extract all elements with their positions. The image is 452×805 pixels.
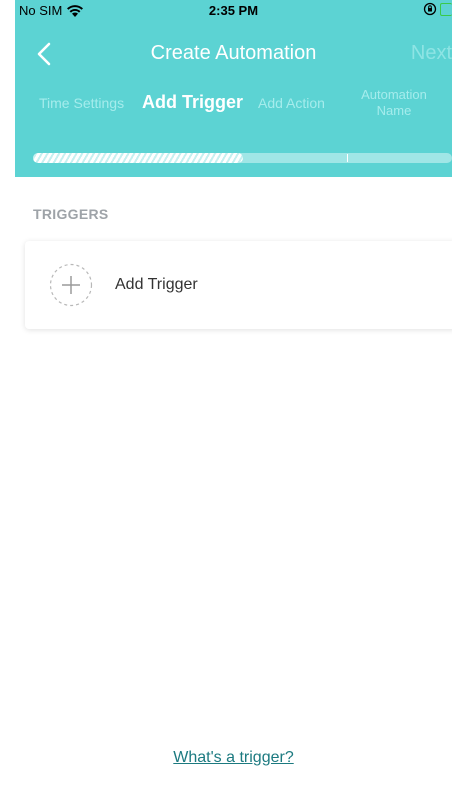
step-time-settings[interactable]: Time Settings — [39, 95, 124, 111]
section-title-triggers: TRIGGERS — [33, 206, 109, 222]
battery-icon — [440, 2, 452, 16]
step-progress-bar — [33, 153, 452, 163]
status-time: 2:35 PM — [208, 3, 259, 18]
step-tabs: Time Settings Add Trigger Add Action Aut… — [15, 86, 452, 126]
next-button[interactable]: Next — [411, 42, 452, 65]
status-bar: No SIM 2:35 PM — [15, 0, 452, 20]
app-screen: No SIM 2:35 PM Create Automation Next Ti… — [15, 0, 452, 805]
add-trigger-label: Add Trigger — [115, 276, 198, 293]
page-title: Create Automation — [150, 42, 317, 64]
main-content: TRIGGERS Add Trigger What's a trigger? — [15, 177, 452, 805]
status-right — [423, 2, 452, 16]
rotation-lock-icon — [423, 2, 437, 16]
add-plus-icon — [49, 263, 93, 307]
step-automation-name[interactable]: Automation Name — [349, 87, 439, 119]
add-trigger-card[interactable]: Add Trigger — [25, 241, 452, 329]
whats-a-trigger-link[interactable]: What's a trigger? — [15, 749, 452, 767]
step-add-trigger[interactable]: Add Trigger — [142, 92, 243, 113]
step-add-action[interactable]: Add Action — [258, 95, 325, 111]
nav-bar: Create Automation Next — [15, 32, 452, 76]
header: No SIM 2:35 PM Create Automation Next Ti… — [15, 0, 452, 177]
progress-fill — [33, 153, 243, 163]
progress-divider — [347, 154, 349, 162]
